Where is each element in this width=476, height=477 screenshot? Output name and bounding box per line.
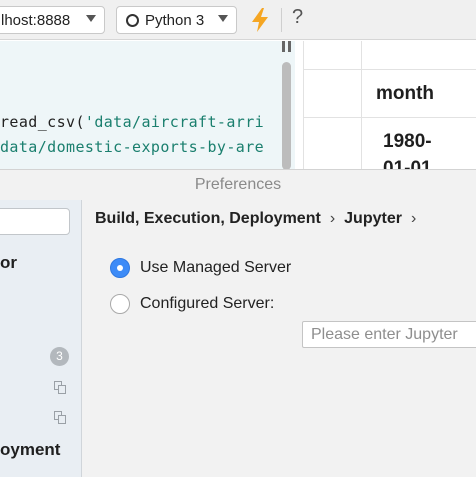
column-header-month: month	[376, 83, 435, 104]
code-editor[interactable]: read_csv('data/aircraft-arri data/domest…	[0, 41, 295, 169]
table-divider	[303, 69, 476, 70]
notebook-toolbar: lhost:8888 Python 3 ?	[0, 0, 476, 40]
sidebar-item-deployment[interactable]: oyment	[0, 440, 60, 460]
table-divider	[303, 117, 476, 118]
copy-icon	[54, 381, 67, 394]
configured-server-radio[interactable]	[110, 294, 130, 314]
kernel-select[interactable]: Python 3	[116, 6, 237, 34]
help-icon[interactable]: ?	[292, 6, 303, 29]
breadcrumb: Build, Execution, Deployment › Jupyter ›	[95, 210, 425, 228]
managed-server-radio[interactable]	[110, 258, 130, 278]
configured-server-label[interactable]: Configured Server:	[140, 295, 274, 313]
lightning-icon[interactable]	[250, 8, 270, 32]
kernel-status-icon	[126, 14, 139, 27]
settings-sidebar: or 3 oyment	[0, 200, 82, 477]
code-line: data/domestic-exports-by-are	[0, 138, 265, 156]
preferences-dialog: Preferences or 3 oyment Build, Execution…	[0, 169, 476, 477]
server-url: lhost:8888	[1, 12, 71, 29]
breadcrumb-separator: ›	[329, 210, 336, 227]
pause-icon[interactable]	[281, 41, 293, 53]
table-divider	[303, 41, 304, 169]
output-table: month 1980- 01-01	[303, 41, 476, 169]
table-cell: 1980-	[383, 131, 432, 152]
settings-search-input[interactable]	[0, 208, 70, 235]
code-line: read_csv('data/aircraft-arri	[0, 113, 265, 131]
toolbar-divider	[281, 8, 282, 32]
managed-server-label[interactable]: Use Managed Server	[140, 259, 291, 277]
server-url-input[interactable]	[302, 321, 476, 348]
settings-content: Build, Execution, Deployment › Jupyter › Us…	[83, 200, 476, 477]
table-divider	[361, 41, 362, 169]
sidebar-item[interactable]: or	[0, 253, 17, 273]
chevron-down-icon	[86, 15, 96, 22]
breadcrumb-item[interactable]: Jupyter	[344, 210, 402, 227]
breadcrumb-item[interactable]: Build, Execution, Deployment	[95, 210, 321, 227]
chevron-down-icon	[218, 15, 228, 22]
table-cell: 01-01	[383, 158, 432, 169]
count-badge: 3	[50, 347, 69, 366]
server-select[interactable]: lhost:8888	[0, 6, 105, 34]
dialog-title: Preferences	[194, 176, 282, 193]
kernel-name: Python 3	[145, 12, 205, 29]
breadcrumb-separator: ›	[410, 210, 417, 227]
copy-icon	[54, 411, 67, 424]
editor-scrollbar[interactable]	[282, 62, 291, 170]
